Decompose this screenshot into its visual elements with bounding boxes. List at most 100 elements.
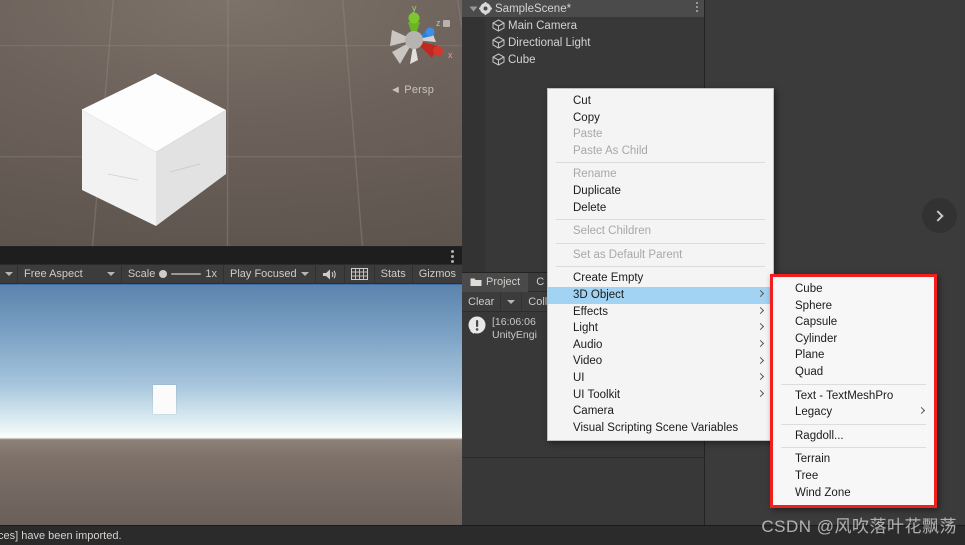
- tab-label: Project: [486, 276, 521, 288]
- folder-icon: [470, 278, 482, 286]
- hierarchy-item-cube[interactable]: Cube: [462, 51, 704, 68]
- game-display-dropdown[interactable]: [0, 264, 18, 284]
- menu-item-light[interactable]: Light: [548, 320, 773, 337]
- menu-item-label: Video: [573, 355, 603, 368]
- game-view-toolbar[interactable]: Free Aspect Scale 1x Play Focused Stats …: [0, 264, 462, 284]
- chevron-down-icon[interactable]: [469, 6, 478, 11]
- submenu-item-tree[interactable]: Tree: [773, 468, 934, 485]
- submenu-item-text-textmeshpro[interactable]: Text - TextMeshPro: [773, 388, 934, 405]
- chevron-down-icon: [300, 272, 309, 276]
- scene-cube-object[interactable]: [48, 52, 228, 227]
- chevron-right-icon: [756, 290, 765, 298]
- grid-icon: [350, 268, 368, 280]
- menu-item-ui[interactable]: UI: [548, 370, 773, 387]
- menu-item-create-empty[interactable]: Create Empty: [548, 270, 773, 287]
- menu-item-3d-object[interactable]: 3D Object: [548, 286, 773, 304]
- tab-project[interactable]: Project: [462, 272, 529, 292]
- game-view[interactable]: [0, 285, 462, 525]
- aspect-ratio-dropdown[interactable]: Free Aspect: [18, 264, 122, 284]
- axis-gizmo-icon: y z x: [390, 3, 453, 64]
- menu-item-label: 3D Object: [573, 288, 625, 301]
- scene-projection-label[interactable]: ◄ Persp: [370, 84, 454, 96]
- console-log-text: [16:06:06 UnityEngi: [492, 316, 537, 342]
- scene-icon: [479, 2, 492, 15]
- menu-item-audio[interactable]: Audio: [548, 337, 773, 354]
- scale-slider-knob[interactable]: [159, 270, 168, 278]
- chevron-right-icon: [932, 209, 944, 222]
- submenu-item-cylinder[interactable]: Cylinder: [773, 331, 934, 348]
- submenu-item-wind-zone[interactable]: Wind Zone: [773, 485, 934, 502]
- submenu-item-terrain[interactable]: Terrain: [773, 451, 934, 468]
- submenu-item-capsule[interactable]: Capsule: [773, 314, 934, 331]
- scene-view[interactable]: y z x ◄ Persp: [0, 0, 462, 246]
- menu-item-paste: Paste: [573, 128, 603, 141]
- hierarchy-context-menu[interactable]: Cut Copy Paste Paste As Child Rename Dup…: [547, 88, 774, 442]
- menu-separator: [781, 423, 926, 425]
- menu-item-cut[interactable]: Cut: [548, 93, 773, 110]
- submenu-3d-object[interactable]: Cube Sphere Capsule Cylinder Plane Quad …: [770, 274, 937, 509]
- gameobject-icon: [492, 53, 505, 66]
- menu-separator: [556, 266, 765, 268]
- menu-item-video[interactable]: Video: [548, 353, 773, 370]
- scale-slider[interactable]: Scale 1x: [122, 264, 224, 284]
- scene-view-gizmo[interactable]: y z x ◄ Persp: [370, 2, 460, 102]
- chevron-down-icon: [106, 272, 115, 276]
- persp-text: Persp: [404, 84, 435, 96]
- hierarchy-scene-row[interactable]: SampleScene*: [462, 0, 704, 17]
- hierarchy-item-main-camera[interactable]: Main Camera: [462, 17, 704, 34]
- menu-item-label: Light: [573, 322, 598, 335]
- menu-item-effects[interactable]: Effects: [548, 304, 773, 321]
- chevron-right-icon: [756, 389, 765, 397]
- submenu-item-quad[interactable]: Quad: [773, 364, 934, 381]
- kebab-icon[interactable]: [696, 2, 698, 14]
- warning-icon: [468, 316, 486, 334]
- chevron-down-icon: [507, 299, 516, 304]
- unity-editor-window: y z x ◄ Persp Free Aspect Scale 1x Play …: [0, 0, 965, 545]
- gizmo-lock-icon[interactable]: [443, 20, 450, 27]
- scale-value-label: 1x: [205, 268, 217, 280]
- svg-text:x: x: [448, 50, 453, 60]
- kebab-icon[interactable]: [451, 250, 454, 263]
- stats-button[interactable]: Stats: [375, 264, 413, 284]
- hierarchy-item-directional-light[interactable]: Directional Light: [462, 34, 704, 51]
- log-timestamp: [16:06:06: [492, 316, 536, 328]
- menu-separator: [781, 383, 926, 385]
- chevron-right-icon: [756, 373, 765, 381]
- persp-caret: ◄: [389, 84, 402, 96]
- menu-item-delete[interactable]: Delete: [548, 200, 773, 217]
- chevron-right-icon: [756, 339, 765, 348]
- mute-audio-button[interactable]: [316, 264, 345, 284]
- menu-item-label: Audio: [573, 338, 603, 351]
- submenu-item-ragdoll[interactable]: Ragdoll...: [773, 428, 934, 445]
- hierarchy-item-label: Directional Light: [508, 36, 591, 49]
- clear-dropdown[interactable]: [501, 291, 523, 312]
- clear-button[interactable]: Clear: [462, 291, 502, 312]
- gizmos-dropdown[interactable]: Gizmos: [413, 264, 462, 284]
- menu-item-visual-scripting-scene-variables[interactable]: Visual Scripting Scene Variables: [548, 420, 773, 437]
- tab-label: C: [536, 276, 545, 288]
- cube-icon: [81, 73, 226, 226]
- menu-item-duplicate[interactable]: Duplicate: [548, 183, 773, 200]
- menu-item-copy[interactable]: Copy: [548, 110, 773, 127]
- clear-label: Clear: [468, 295, 495, 308]
- submenu-item-cube[interactable]: Cube: [773, 281, 934, 298]
- scene-name-label: SampleScene*: [495, 2, 572, 15]
- status-bar[interactable]: ces] have been imported.: [0, 525, 965, 545]
- menu-separator: [556, 242, 765, 244]
- scale-slider-track[interactable]: [171, 273, 202, 275]
- menu-item-select-children: Select Children: [573, 225, 651, 238]
- submenu-item-sphere[interactable]: Sphere: [773, 298, 934, 315]
- submenu-item-plane[interactable]: Plane: [773, 347, 934, 364]
- menu-item-camera[interactable]: Camera: [548, 403, 773, 420]
- project-lower-panel[interactable]: [462, 458, 705, 525]
- menu-separator: [556, 162, 765, 164]
- menu-item-paste-as-child: Paste As Child: [573, 144, 648, 157]
- menu-item-ui-toolkit[interactable]: UI Toolkit: [548, 387, 773, 404]
- gizmos-toggle-button[interactable]: [345, 264, 375, 284]
- chevron-right-icon: [756, 356, 765, 364]
- expand-panel-button[interactable]: [922, 198, 957, 233]
- gizmos-label: Gizmos: [418, 268, 456, 280]
- hierarchy-item-label: Main Camera: [508, 19, 578, 32]
- submenu-item-legacy[interactable]: Legacy: [773, 404, 934, 421]
- play-mode-dropdown[interactable]: Play Focused: [224, 264, 316, 284]
